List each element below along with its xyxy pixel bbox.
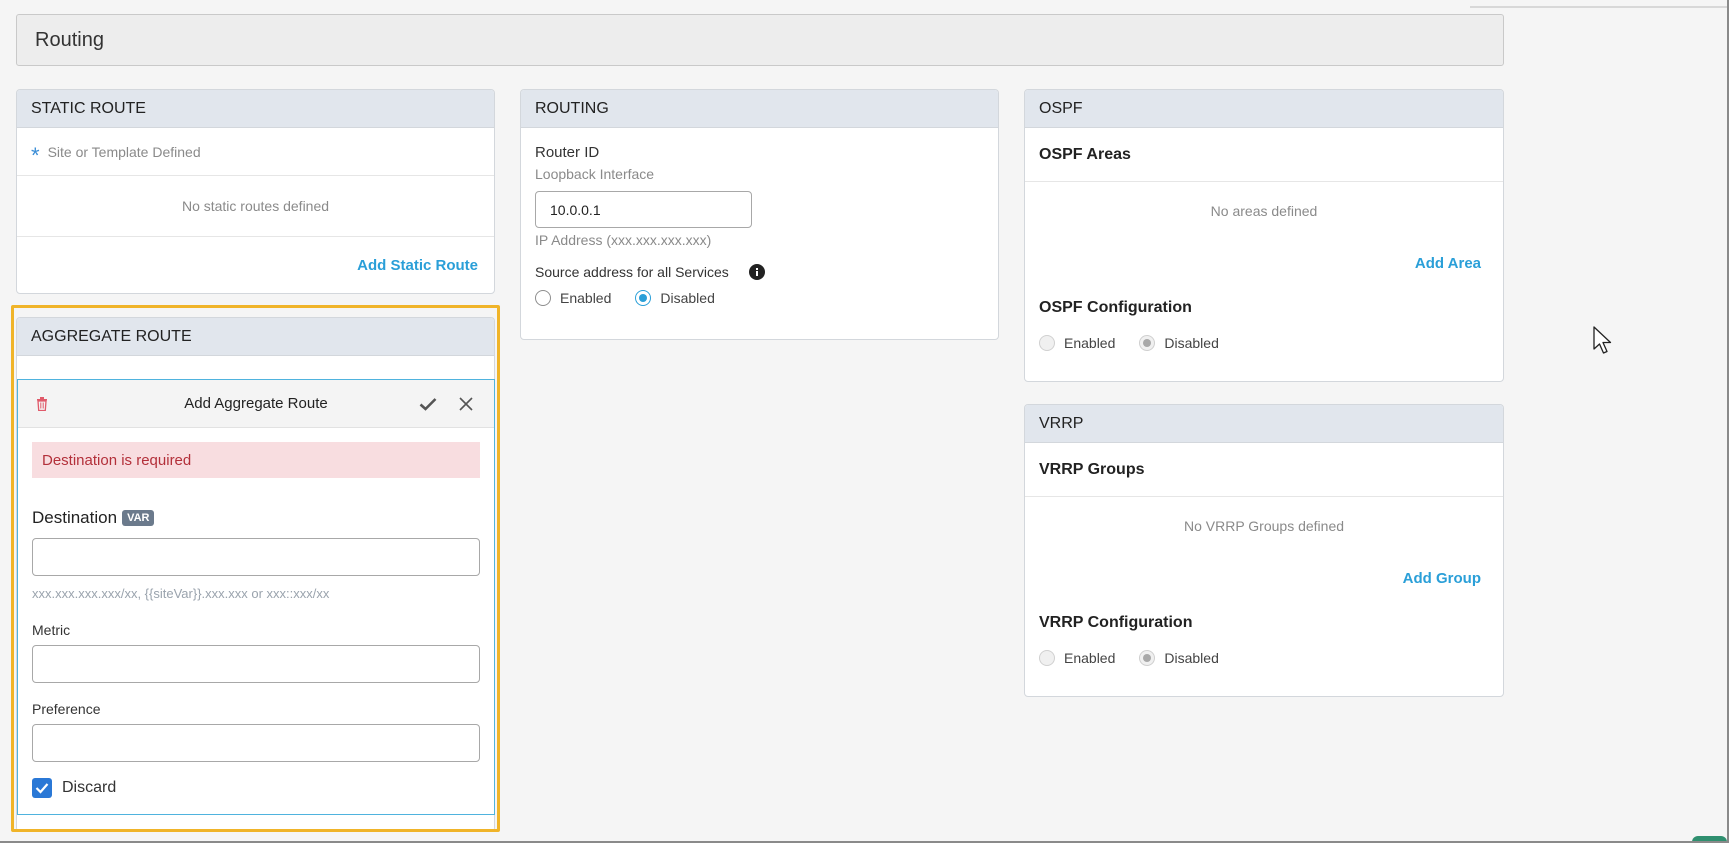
ospf-areas-row: OSPF Areas — [1025, 128, 1503, 182]
ospf-config-title: OSPF Configuration — [1039, 299, 1192, 316]
corner-tab[interactable] — [1692, 836, 1727, 843]
asterisk-icon: * — [31, 142, 40, 168]
discard-row: Discard — [32, 778, 116, 798]
ospf-title: OSPF — [1039, 99, 1083, 117]
routing-header: ROUTING — [521, 90, 998, 128]
vrrp-config-title: VRRP Configuration — [1039, 614, 1193, 631]
radio-enabled-label: Enabled — [560, 290, 612, 306]
check-icon — [35, 783, 49, 794]
static-route-header: STATIC ROUTE — [17, 90, 494, 128]
close-icon[interactable] — [459, 397, 473, 411]
ospf-config-radio-group: Enabled Disabled — [1039, 335, 1503, 351]
metric-input[interactable] — [32, 645, 480, 683]
vrrp-card: VRRP VRRP Groups No VRRP Groups defined … — [1024, 404, 1504, 697]
ospf-areas-empty: No areas defined — [1210, 203, 1318, 219]
checkmark-icon[interactable] — [419, 397, 437, 411]
site-defined-row: * Site or Template Defined — [17, 128, 494, 176]
ip-address-hint: IP Address (xxx.xxx.xxx.xxx) — [535, 232, 712, 248]
source-address-label: Source address for all Services — [535, 264, 729, 280]
add-group-link[interactable]: Add Group — [1025, 570, 1503, 587]
source-disabled-option[interactable]: Disabled — [635, 290, 715, 306]
discard-label: Discard — [62, 779, 117, 796]
preference-label: Preference — [32, 701, 101, 717]
source-enabled-option[interactable]: Enabled — [535, 290, 611, 306]
metric-label: Metric — [32, 622, 71, 638]
vrrp-header: VRRP — [1025, 405, 1503, 443]
mouse-cursor-icon — [1593, 326, 1612, 354]
vrrp-title: VRRP — [1039, 414, 1084, 432]
destination-input[interactable] — [32, 538, 480, 576]
destination-label: Destination — [32, 508, 118, 527]
radio-enabled[interactable] — [535, 290, 551, 306]
page-title: Routing — [35, 28, 104, 51]
aggregate-form-header: Add Aggregate Route — [18, 380, 494, 428]
routing-title: ROUTING — [535, 99, 609, 117]
ospf-disabled-option[interactable]: Disabled — [1139, 335, 1219, 351]
vrrp-config-radio-group: Enabled Disabled — [1039, 650, 1503, 666]
ospf-areas-title: OSPF Areas — [1039, 145, 1131, 163]
routing-card: ROUTING Router ID Loopback Interface 10.… — [520, 89, 999, 340]
error-message: Destination is required — [42, 451, 192, 469]
router-id-label: Router ID — [535, 144, 600, 161]
ospf-enabled-option[interactable]: Enabled — [1039, 335, 1115, 351]
discard-checkbox[interactable] — [32, 778, 52, 798]
source-address-radio-group: Enabled Disabled — [535, 290, 984, 306]
info-icon[interactable] — [748, 264, 765, 280]
destination-hint: xxx.xxx.xxx.xxx/xx, {{siteVar}}.xxx.xxx … — [32, 586, 330, 601]
vrrp-radio-disabled[interactable] — [1139, 650, 1156, 666]
error-alert: Destination is required — [32, 442, 480, 478]
ospf-radio-disabled[interactable] — [1139, 335, 1156, 351]
vrrp-enabled-option[interactable]: Enabled — [1039, 650, 1115, 666]
preference-input[interactable] — [32, 724, 480, 762]
radio-disabled[interactable] — [635, 290, 652, 306]
vrrp-radio-enabled-label: Enabled — [1064, 650, 1116, 666]
vrrp-radio-disabled-label: Disabled — [1164, 650, 1219, 666]
ospf-radio-disabled-label: Disabled — [1164, 335, 1219, 351]
add-aggregate-route-form: Add Aggregate Route Destination is requi… — [17, 379, 495, 815]
vrrp-groups-title: VRRP Groups — [1039, 460, 1145, 478]
add-static-route-link[interactable]: Add Static Route — [17, 257, 478, 274]
ospf-header: OSPF — [1025, 90, 1503, 128]
vrrp-groups-row: VRRP Groups — [1025, 443, 1503, 497]
static-route-empty: No static routes defined — [181, 198, 330, 214]
vrrp-groups-empty: No VRRP Groups defined — [1183, 518, 1345, 534]
ospf-card: OSPF OSPF Areas No areas defined Add Are… — [1024, 89, 1504, 382]
ospf-radio-enabled[interactable] — [1039, 335, 1055, 351]
destination-label-row: Destination VAR — [32, 508, 155, 528]
static-route-title: STATIC ROUTE — [31, 99, 146, 117]
static-route-card: STATIC ROUTE * Site or Template Defined … — [16, 89, 495, 294]
var-badge: VAR — [122, 510, 155, 526]
page-header: Routing — [16, 14, 1504, 66]
router-id-input[interactable]: 10.0.0.1 — [535, 191, 752, 228]
static-route-footer: Add Static Route — [17, 236, 494, 274]
router-id-sublabel: Loopback Interface — [535, 166, 655, 182]
site-defined-label: Site or Template Defined — [47, 143, 201, 160]
top-divider — [1470, 6, 1729, 8]
vrrp-radio-enabled[interactable] — [1039, 650, 1055, 666]
vrrp-disabled-option[interactable]: Disabled — [1139, 650, 1219, 666]
add-area-link[interactable]: Add Area — [1025, 255, 1503, 272]
radio-disabled-label: Disabled — [660, 290, 715, 306]
source-address-row: Source address for all Services — [535, 264, 984, 280]
ospf-radio-enabled-label: Enabled — [1064, 335, 1116, 351]
